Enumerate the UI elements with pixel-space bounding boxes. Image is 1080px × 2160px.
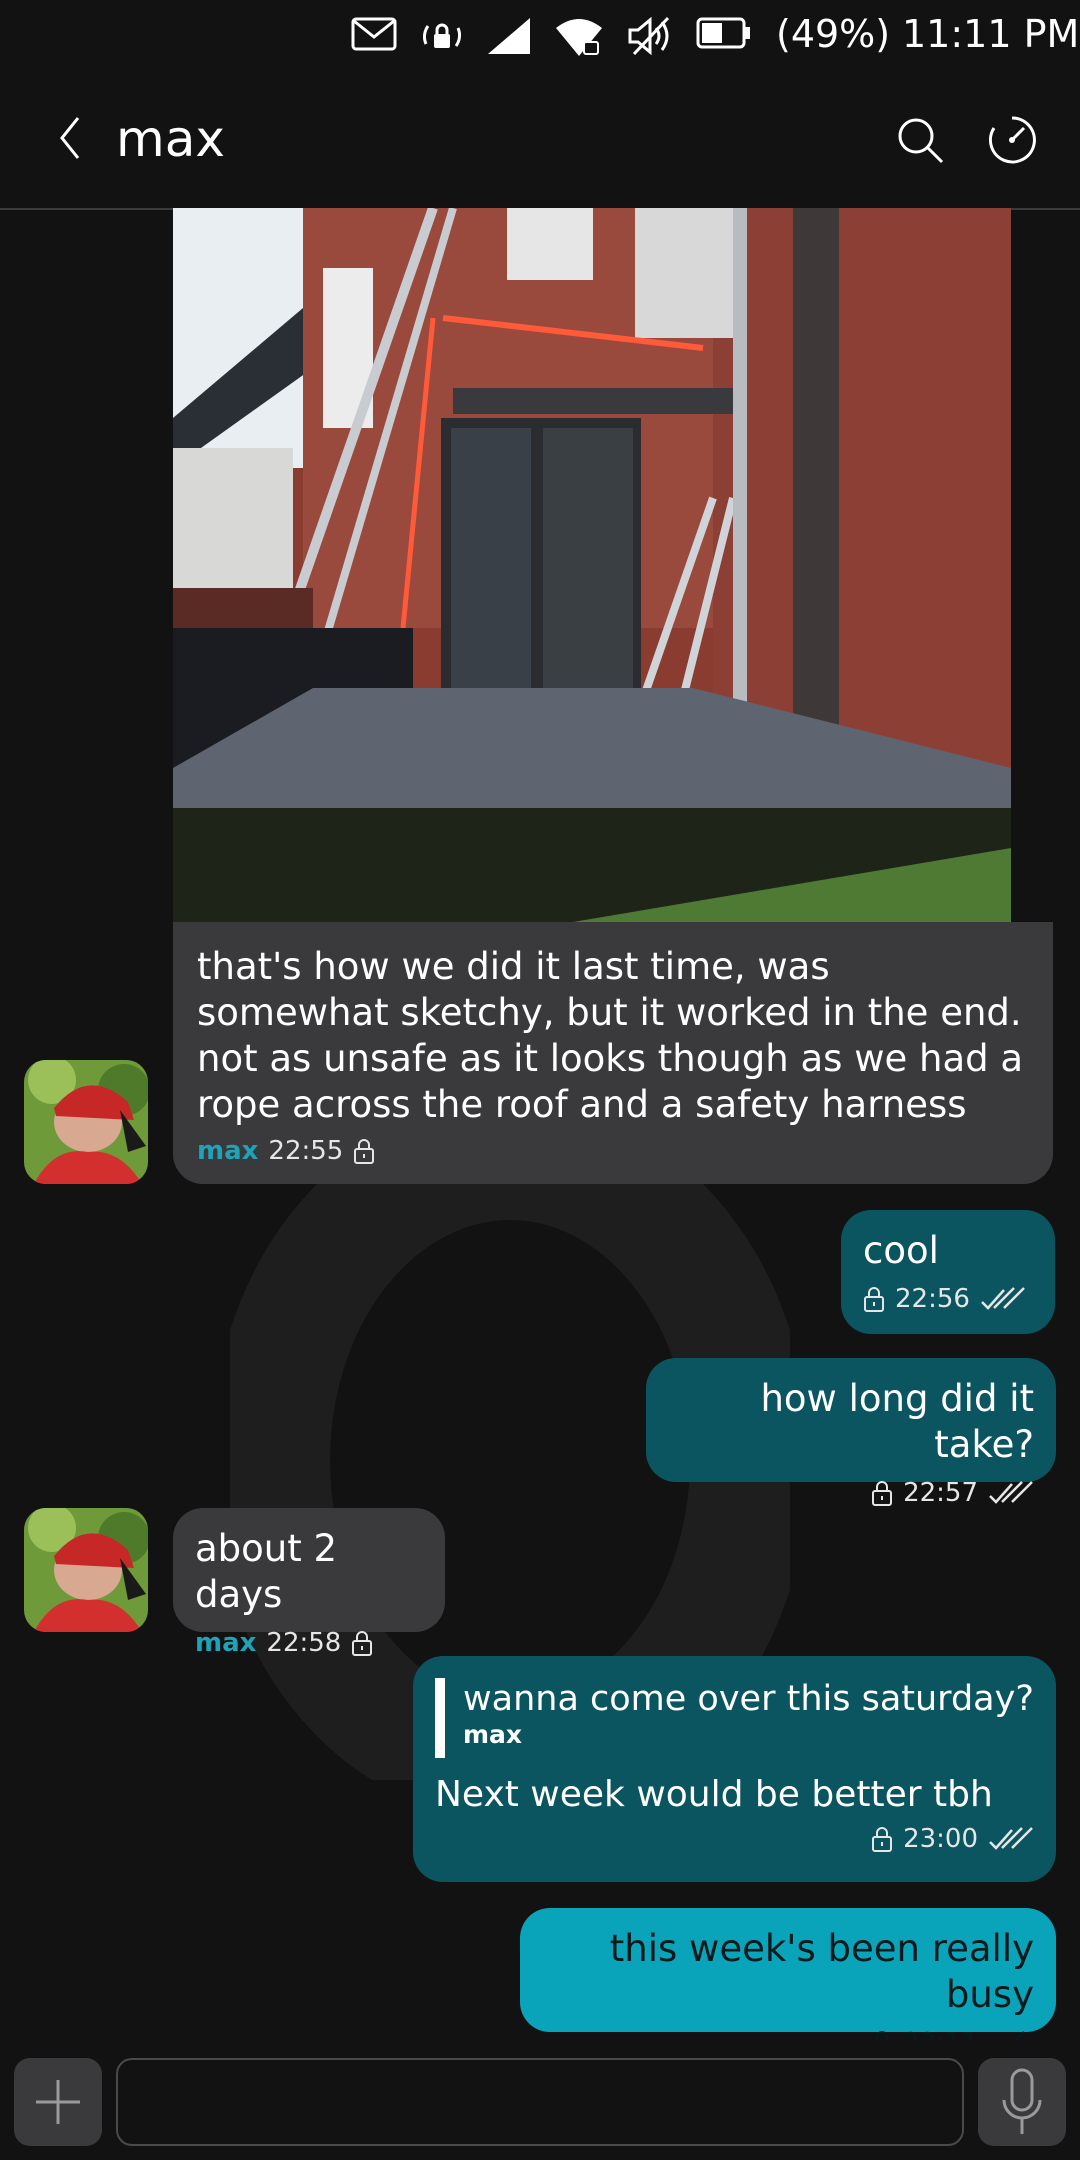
outgoing-message[interactable]: this week's been really busy 23:11 bbox=[520, 1908, 1056, 2058]
quoted-message[interactable]: wanna come over this saturday? max bbox=[435, 1678, 1034, 1758]
signal-icon bbox=[488, 18, 530, 54]
battery-icon bbox=[696, 17, 750, 49]
incoming-message[interactable]: that's how we did it last time, was some… bbox=[173, 922, 1053, 1184]
message-time: 22:56 bbox=[895, 1284, 970, 1314]
outgoing-message[interactable]: how long did it take? 22:57 bbox=[646, 1358, 1056, 1508]
chat-header: max bbox=[0, 70, 1080, 210]
photo-attachment[interactable] bbox=[173, 208, 1011, 922]
sender-name: max bbox=[195, 1628, 257, 1658]
sender-name: max bbox=[197, 1136, 259, 1166]
search-icon[interactable] bbox=[892, 112, 948, 168]
status-bar: (49%) 11:11 PM bbox=[0, 0, 1080, 70]
composer-bar bbox=[0, 2040, 1080, 2160]
timer-icon[interactable] bbox=[984, 112, 1040, 168]
wifi-icon bbox=[556, 19, 602, 56]
message-meta: max 22:55 bbox=[197, 1136, 1029, 1166]
message-time: 23:00 bbox=[903, 1824, 978, 1854]
lock-icon bbox=[872, 1481, 893, 1506]
plus-icon bbox=[36, 2080, 80, 2124]
message-text: cool bbox=[863, 1229, 939, 1272]
mute-icon bbox=[628, 16, 670, 56]
message-meta: 23:00 bbox=[435, 1824, 1034, 1854]
avatar[interactable] bbox=[24, 1508, 148, 1632]
voice-record-button[interactable] bbox=[978, 2058, 1066, 2146]
lock-icon bbox=[354, 1139, 375, 1164]
message-text: about 2 days bbox=[195, 1527, 338, 1616]
message-text: how long did it take? bbox=[760, 1377, 1034, 1466]
message-meta: 22:56 bbox=[863, 1284, 1033, 1314]
double-check-icon bbox=[981, 1287, 1025, 1310]
outgoing-message[interactable]: cool 22:56 bbox=[841, 1210, 1055, 1334]
message-text: Next week would be better tbh bbox=[435, 1774, 993, 1815]
lock-icon bbox=[872, 1827, 893, 1852]
avatar[interactable] bbox=[24, 1060, 148, 1184]
message-text: this week's been really busy bbox=[609, 1927, 1034, 2016]
message-text: that's how we did it last time, was some… bbox=[197, 945, 1024, 1126]
battery-percentage: (49%) bbox=[776, 12, 891, 56]
microphone-icon bbox=[1002, 2068, 1042, 2134]
message-time: 22:57 bbox=[903, 1478, 978, 1508]
chat-title: max bbox=[116, 110, 225, 168]
rotation-lock-icon bbox=[422, 23, 462, 48]
incoming-message[interactable]: about 2 days max 22:58 bbox=[173, 1508, 445, 1658]
quote-text: wanna come over this saturday? bbox=[463, 1679, 1034, 1719]
house-photo bbox=[173, 208, 1011, 922]
mail-icon bbox=[351, 17, 397, 51]
avatar-image bbox=[24, 1508, 148, 1632]
avatar-image bbox=[24, 1060, 148, 1184]
status-time: 11:11 PM bbox=[902, 12, 1080, 56]
lock-icon bbox=[352, 1631, 373, 1656]
quote-bar bbox=[435, 1678, 445, 1758]
message-input[interactable] bbox=[116, 2058, 964, 2146]
message-meta: max 22:58 bbox=[195, 1628, 423, 1658]
lock-icon bbox=[864, 1287, 884, 1312]
attach-button[interactable] bbox=[14, 2058, 102, 2146]
outgoing-reply-message[interactable]: wanna come over this saturday? max Next … bbox=[413, 1656, 1056, 1882]
quote-author: max bbox=[463, 1720, 523, 1749]
double-check-icon bbox=[989, 1827, 1033, 1850]
back-icon[interactable] bbox=[50, 108, 90, 168]
message-time: 22:55 bbox=[268, 1136, 344, 1166]
message-meta: 22:57 bbox=[668, 1478, 1034, 1508]
double-check-icon bbox=[989, 1481, 1033, 1504]
message-time: 22:58 bbox=[266, 1628, 342, 1658]
